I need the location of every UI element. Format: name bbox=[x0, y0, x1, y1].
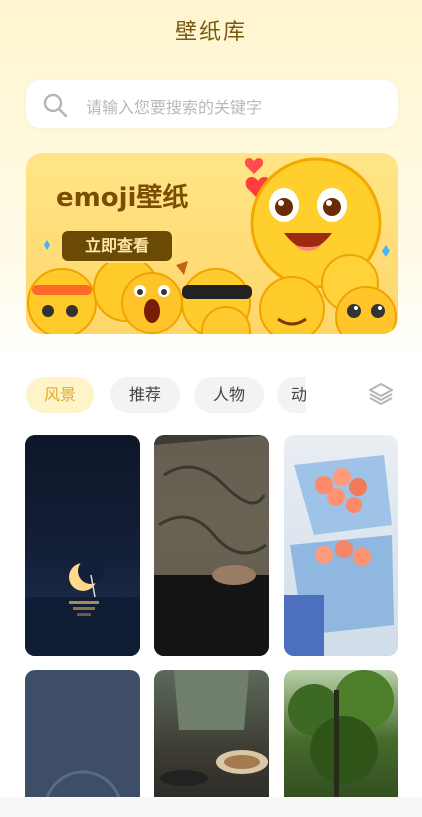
tab-scenery[interactable]: 风景 bbox=[26, 377, 94, 413]
search-bar[interactable]: 请输入您要搜索的关键字 bbox=[26, 80, 398, 128]
banner-title: emoji壁纸 bbox=[56, 183, 189, 213]
search-input[interactable]: 请输入您要搜索的关键字 bbox=[86, 94, 262, 118]
category-tabs: 风景 推荐 人物 动 bbox=[26, 377, 306, 413]
bottom-edge bbox=[0, 797, 422, 817]
blue-scene-image bbox=[43, 770, 123, 810]
tab-animation[interactable]: 动 bbox=[277, 377, 306, 413]
map-scene-image bbox=[154, 435, 269, 656]
page-title: 壁纸库 bbox=[174, 20, 247, 45]
wallpaper-card-flowers[interactable] bbox=[284, 435, 398, 656]
wallpaper-card-tree[interactable] bbox=[284, 670, 398, 810]
tree-scene-image bbox=[288, 670, 394, 810]
tab-recommended[interactable]: 推荐 bbox=[110, 377, 180, 413]
emoji-banner[interactable]: emoji壁纸 立即查看 bbox=[26, 153, 398, 334]
moon-scene-image bbox=[25, 558, 140, 656]
search-icon bbox=[43, 93, 68, 118]
coffee-scene-image bbox=[160, 670, 268, 786]
wallpaper-card-map[interactable] bbox=[154, 435, 269, 656]
wallpaper-card-coffee[interactable] bbox=[154, 670, 269, 810]
wallpaper-card-blue[interactable] bbox=[25, 670, 140, 810]
tab-people[interactable]: 人物 bbox=[194, 377, 264, 413]
view-now-button[interactable]: 立即查看 bbox=[60, 229, 174, 263]
flowers-scene-image bbox=[284, 455, 394, 656]
layers-icon[interactable] bbox=[368, 381, 394, 407]
wallpaper-card-moon[interactable] bbox=[25, 435, 140, 656]
